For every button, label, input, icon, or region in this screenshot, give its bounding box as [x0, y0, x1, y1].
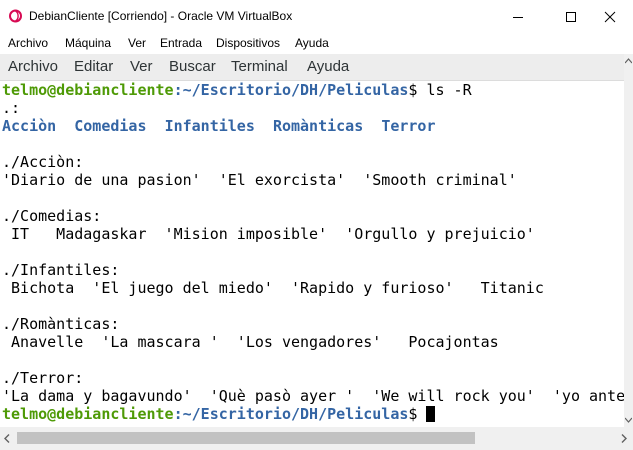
- terminal-menu-terminal[interactable]: Terminal: [231, 58, 288, 75]
- horizontal-scrollbar[interactable]: [0, 427, 633, 450]
- infantiles-files: Bichota 'El juego del miedo' 'Rapido y f…: [2, 279, 544, 297]
- virtualbox-menubar: Archivo Máquina Ver Entrada Dispositivos…: [0, 33, 633, 54]
- close-icon: [604, 11, 616, 22]
- text-cursor: [426, 406, 436, 422]
- terminal-output[interactable]: telmo@debiancliente:~/Escritorio/DH/Peli…: [0, 81, 624, 427]
- terminal-menu-archivo[interactable]: Archivo: [8, 58, 58, 75]
- dir-terror: Terror: [381, 117, 436, 135]
- dir-romanticas: Romànticas: [272, 117, 364, 135]
- accion-header: ./Acciòn:: [2, 153, 84, 171]
- window-titlebar: DebianCliente [Corriendo] - Oracle VM Vi…: [0, 0, 633, 33]
- terminal-menu-editar[interactable]: Editar: [74, 58, 113, 75]
- maximize-icon: [566, 11, 576, 22]
- terminal-menubar: Archivo Editar Ver Buscar Terminal Ayuda: [0, 54, 624, 81]
- prompt-path: :~/Escritorio/DH/Peliculas: [173, 405, 409, 423]
- scroll-right-icon[interactable]: [621, 434, 627, 443]
- dir-accion: Acciòn: [2, 117, 57, 135]
- prompt-symbol: $: [408, 81, 427, 99]
- vbox-menu-ver[interactable]: Ver: [128, 36, 146, 50]
- prompt-symbol: $: [408, 405, 427, 423]
- terminal-menu-buscar[interactable]: Buscar: [169, 58, 216, 75]
- accion-files: 'Diario de una pasion' 'El exorcista' 'S…: [2, 171, 517, 189]
- virtualbox-app-icon: [9, 9, 22, 23]
- vm-display[interactable]: Archivo Editar Ver Buscar Terminal Ayuda…: [0, 54, 633, 450]
- command-line: telmo@debiancliente:~/Escritorio/DH/Peli…: [2, 81, 472, 99]
- prompt-command: ls -R: [426, 81, 472, 99]
- horizontal-scroll-thumb[interactable]: [17, 432, 475, 444]
- close-button[interactable]: [587, 0, 633, 33]
- scroll-up-icon[interactable]: [625, 58, 632, 64]
- minimize-icon: [513, 16, 523, 18]
- terror-header: ./Terror:: [2, 369, 84, 387]
- minimize-button[interactable]: [495, 0, 541, 33]
- window-title: DebianCliente [Corriendo] - Oracle VM Vi…: [29, 9, 293, 23]
- scroll-down-icon[interactable]: [625, 417, 632, 423]
- dir-infantiles: Infantiles: [164, 117, 255, 135]
- vbox-menu-ayuda[interactable]: Ayuda: [295, 36, 329, 50]
- dir-comedias: Comedias: [74, 117, 147, 135]
- vbox-menu-archivo[interactable]: Archivo: [8, 36, 48, 50]
- root-label: .:: [2, 99, 21, 117]
- root-dir-list: Acciòn Comedias Infantiles Romànticas Te…: [2, 117, 436, 135]
- prompt-user-host: telmo@debiancliente: [2, 405, 174, 423]
- vbox-menu-entrada[interactable]: Entrada: [160, 36, 202, 50]
- comedias-files: IT Madagaskar 'Mision imposible' 'Orgull…: [2, 225, 535, 243]
- vertical-scrollbar[interactable]: [624, 54, 633, 427]
- romanticas-header: ./Romànticas:: [2, 315, 120, 333]
- terror-files: 'La dama y bagavundo' 'Què pasò ayer ' '…: [2, 387, 624, 405]
- comedias-header: ./Comedias:: [2, 207, 102, 225]
- vbox-menu-maquina[interactable]: Máquina: [65, 36, 111, 50]
- romanticas-files: Anavelle 'La mascara ' 'Los vengadores' …: [2, 333, 499, 351]
- current-prompt-line: telmo@debiancliente:~/Escritorio/DH/Peli…: [2, 405, 436, 423]
- prompt-path: :~/Escritorio/DH/Peliculas: [173, 81, 409, 99]
- prompt-user-host: telmo@debiancliente: [2, 81, 174, 99]
- infantiles-header: ./Infantiles:: [2, 261, 120, 279]
- terminal-menu-ayuda[interactable]: Ayuda: [307, 58, 349, 75]
- vbox-menu-dispositivos[interactable]: Dispositivos: [216, 36, 280, 50]
- scroll-left-icon[interactable]: [4, 434, 10, 443]
- terminal-menu-ver[interactable]: Ver: [130, 58, 153, 75]
